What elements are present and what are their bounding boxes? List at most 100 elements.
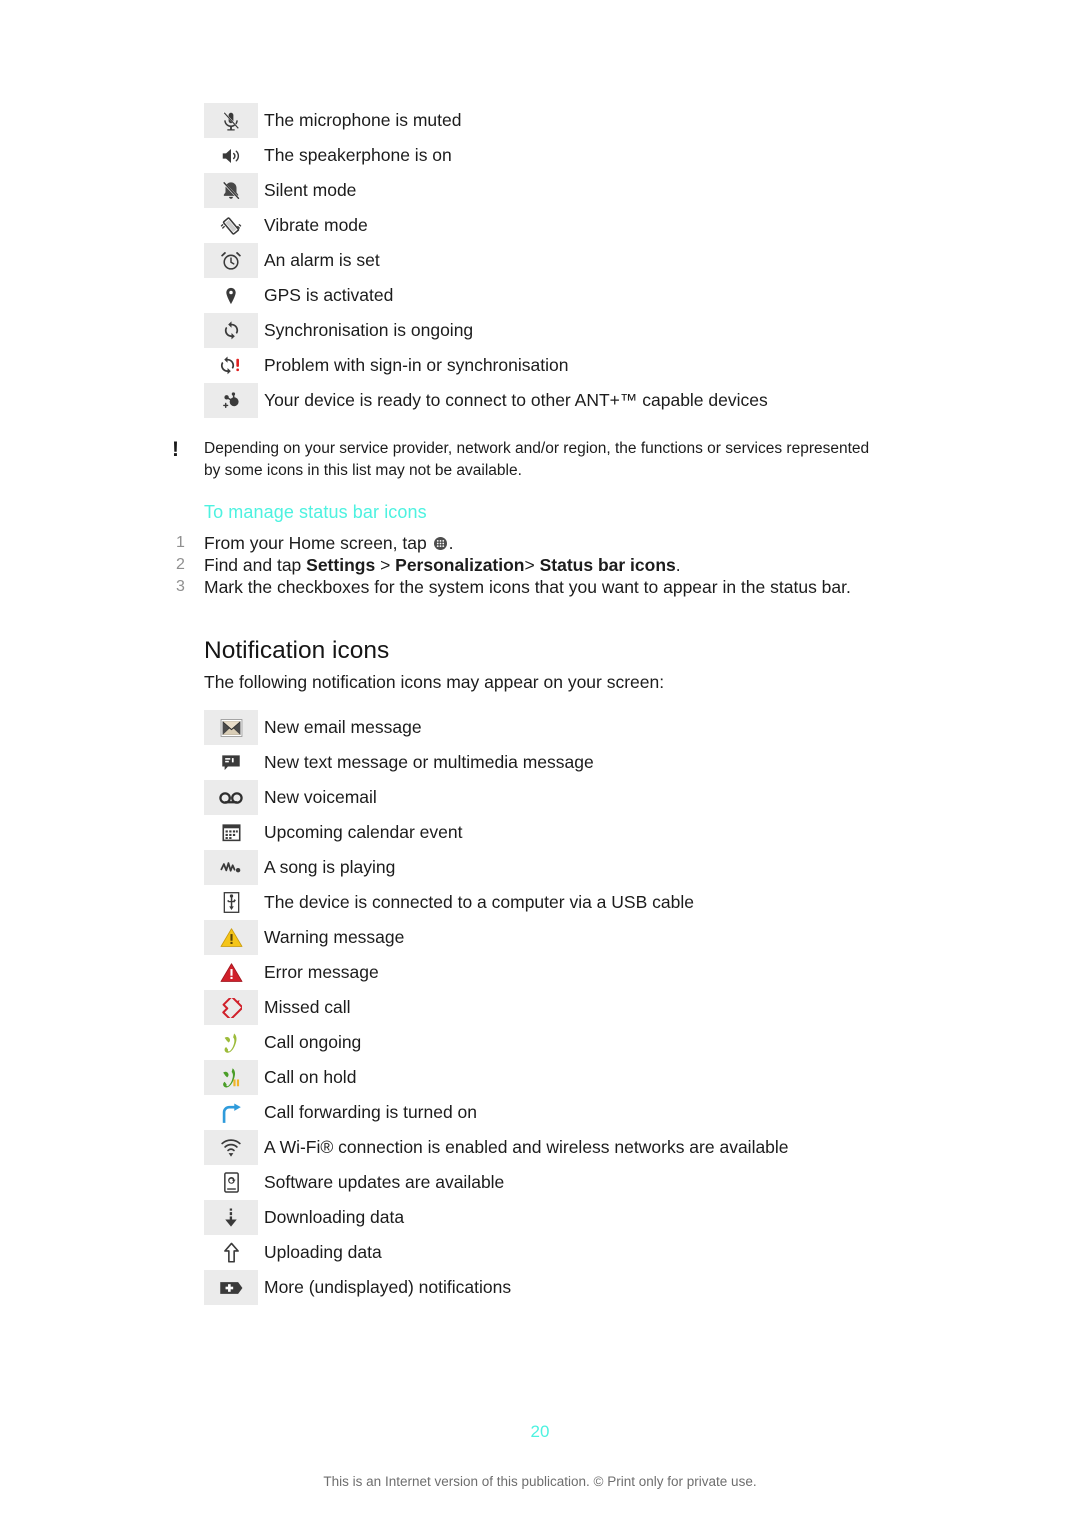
email-message-icon <box>204 710 258 745</box>
speakerphone-on-icon <box>204 138 258 173</box>
icon-row: A song is playing <box>204 850 789 885</box>
error-icon <box>204 955 258 990</box>
call-on-hold-icon <box>204 1060 258 1095</box>
calendar-event-icon <box>204 815 258 850</box>
numbered-step: 3 Mark the checkboxes for the system icon… <box>176 576 936 598</box>
missed-call-icon <box>204 990 258 1025</box>
icon-row: Downloading data <box>204 1200 789 1235</box>
icon-row-label: Silent mode <box>264 180 357 200</box>
step-text: From your Home screen, tap . <box>204 533 454 553</box>
icon-row-label: The microphone is muted <box>264 110 462 130</box>
icon-row: The speakerphone is on <box>204 138 768 173</box>
icon-row: More (undisplayed) notifications <box>204 1270 789 1305</box>
downloading-icon <box>204 1200 258 1235</box>
step-emphasis: Status bar icons <box>539 555 676 576</box>
icon-row: Warning message <box>204 920 789 955</box>
icon-row: Software updates are available <box>204 1165 789 1200</box>
manage-status-bar-steps: 1 From your Home screen, tap . 2 Find and t… <box>176 532 936 598</box>
icon-row-label: Software updates are available <box>264 1172 505 1192</box>
step-number: 3 <box>176 578 185 596</box>
uploading-icon <box>204 1235 258 1270</box>
icon-row: Your device is ready to connect to other… <box>204 383 768 418</box>
icon-row-label: Vibrate mode <box>264 215 368 235</box>
icon-row-label: New voicemail <box>264 787 377 807</box>
ant-plus-icon <box>204 383 258 418</box>
note-exclamation-icon: ! <box>172 438 179 461</box>
notification-icons-heading: Notification icons <box>204 637 390 664</box>
icon-row-label: Missed call <box>264 997 351 1017</box>
sync-problem-icon <box>204 348 258 383</box>
call-ongoing-icon <box>204 1025 258 1060</box>
numbered-step: 2 Find and tap Settings > Personalization… <box>176 554 936 576</box>
icon-row: An alarm is set <box>204 243 768 278</box>
icon-row: The microphone is muted <box>204 103 768 138</box>
availability-note: ! Depending on your service provider, ne… <box>172 438 872 482</box>
icon-row-label: Upcoming calendar event <box>264 822 463 842</box>
manage-status-bar-heading: To manage status bar icons <box>204 502 427 522</box>
call-forwarding-icon <box>204 1095 258 1130</box>
silent-mode-icon <box>204 173 258 208</box>
icon-row: Upcoming calendar event <box>204 815 789 850</box>
wifi-available-icon <box>204 1130 258 1165</box>
icon-row-label: GPS is activated <box>264 285 394 305</box>
step-text: Mark the checkboxes for the system icons… <box>204 577 851 598</box>
icon-row-label: Warning message <box>264 927 405 947</box>
warning-icon <box>204 920 258 955</box>
icon-row-label: Call forwarding is turned on <box>264 1102 478 1122</box>
step-number: 2 <box>176 556 185 574</box>
more-notifications-icon <box>204 1270 258 1305</box>
icon-row-label: An alarm is set <box>264 250 380 270</box>
icon-row: New email message <box>204 710 789 745</box>
icon-row: Missed call <box>204 990 789 1025</box>
music-playing-icon <box>204 850 258 885</box>
icon-row: Call ongoing <box>204 1025 789 1060</box>
voicemail-icon <box>204 780 258 815</box>
icon-row: Synchronisation is ongoing <box>204 313 768 348</box>
icon-row-label: Error message <box>264 962 379 982</box>
icon-row: Error message <box>204 955 789 990</box>
icon-row-label: Problem with sign-in or synchronisation <box>264 355 569 375</box>
note-text: Depending on your service provider, netw… <box>204 440 870 479</box>
icon-row-label: The speakerphone is on <box>264 145 452 165</box>
icon-row: A Wi-Fi® connection is enabled and wirel… <box>204 1130 789 1165</box>
alarm-clock-icon <box>204 243 258 278</box>
sync-ongoing-icon <box>204 313 258 348</box>
text-message-icon <box>204 745 258 780</box>
icon-row-label: Call on hold <box>264 1067 357 1087</box>
icon-row-label: Synchronisation is ongoing <box>264 320 474 340</box>
icon-row-label: A Wi-Fi® connection is enabled and wirel… <box>264 1137 789 1157</box>
icon-row-label: New email message <box>264 717 422 737</box>
icon-row: Silent mode <box>204 173 768 208</box>
numbered-step: 1 From your Home screen, tap . <box>176 532 936 554</box>
gps-pin-icon <box>204 278 258 313</box>
step-text: Find and tap Settings > Personalization>… <box>204 555 681 576</box>
status-bar-icon-list: The microphone is muted The speakerphone … <box>204 103 768 418</box>
icon-row-label: Uploading data <box>264 1242 382 1262</box>
step-emphasis: Personalization <box>395 555 525 576</box>
icon-row: Problem with sign-in or synchronisation <box>204 348 768 383</box>
vibrate-mode-icon <box>204 208 258 243</box>
microphone-muted-icon <box>204 103 258 138</box>
icon-row-label: Call ongoing <box>264 1032 362 1052</box>
icon-row-label: More (undisplayed) notifications <box>264 1277 512 1297</box>
software-update-icon <box>204 1165 258 1200</box>
app-drawer-icon <box>432 533 449 553</box>
icon-row: New text message or multimedia message <box>204 745 789 780</box>
icon-row-label: The device is connected to a computer vi… <box>264 892 694 912</box>
icon-row-label: Your device is ready to connect to other… <box>264 390 768 410</box>
icon-row: Call on hold <box>204 1060 789 1095</box>
icon-row: New voicemail <box>204 780 789 815</box>
icon-row-label: Downloading data <box>264 1207 405 1227</box>
icon-row: Call forwarding is turned on <box>204 1095 789 1130</box>
step-emphasis: Settings <box>306 555 376 576</box>
usb-connected-icon <box>204 885 258 920</box>
step-number: 1 <box>176 534 185 551</box>
footer-copyright-note: This is an Internet version of this publ… <box>323 1474 757 1489</box>
icon-row-label: New text message or multimedia message <box>264 752 594 772</box>
icon-row: Uploading data <box>204 1235 789 1270</box>
page-number: 20 <box>530 1422 550 1441</box>
icon-row: GPS is activated <box>204 278 768 313</box>
icon-row: The device is connected to a computer vi… <box>204 885 789 920</box>
notification-icons-intro: The following notification icons may app… <box>204 672 665 692</box>
icon-row: Vibrate mode <box>204 208 768 243</box>
